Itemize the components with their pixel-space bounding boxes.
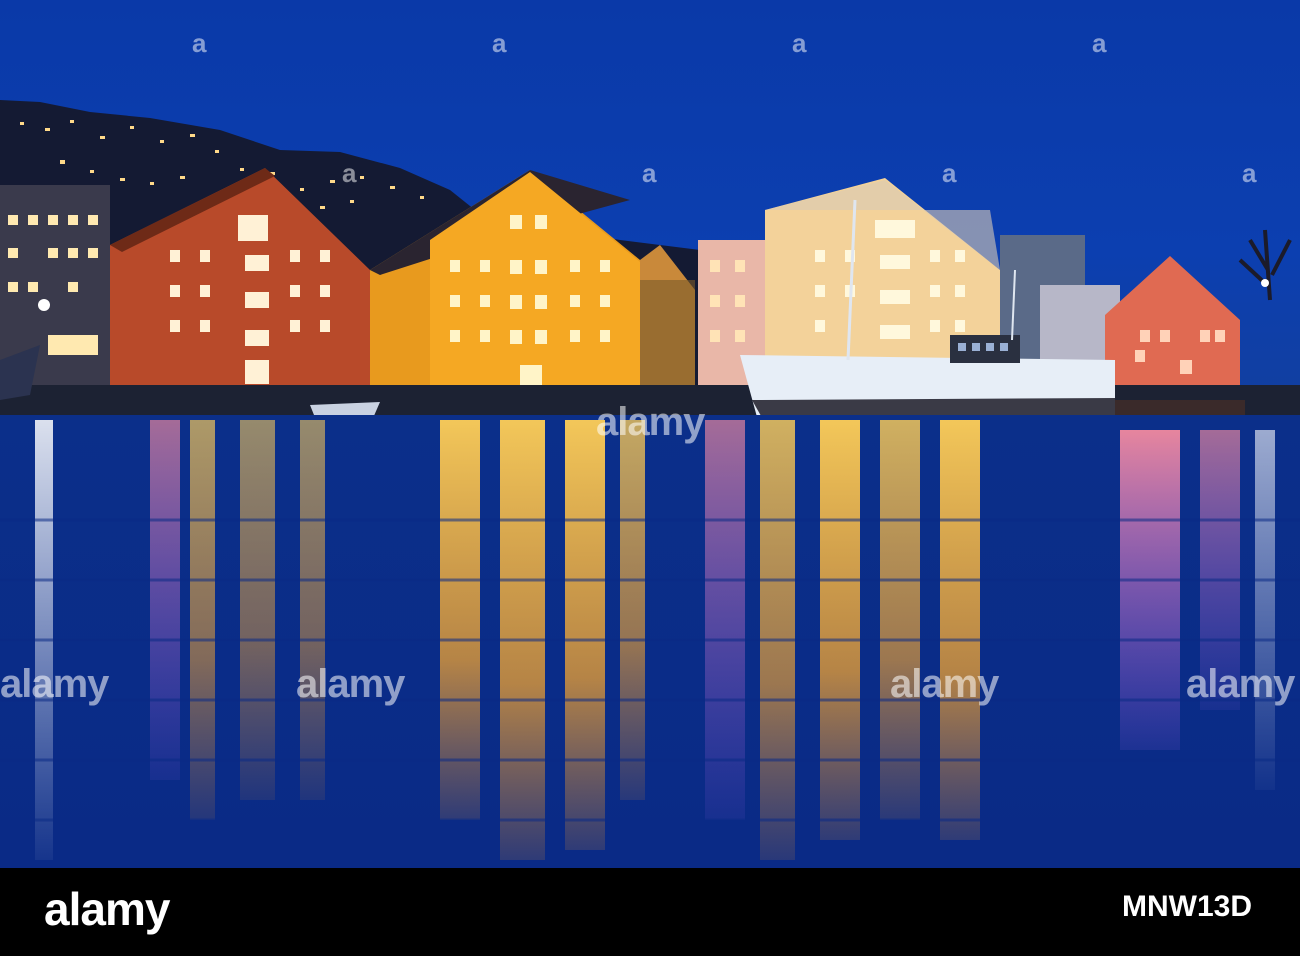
harbor-photo xyxy=(0,0,1300,868)
footer-bar: alamy MNW13D xyxy=(0,868,1300,956)
footer-logo: alamy xyxy=(44,883,170,935)
image-id: MNW13D xyxy=(1121,890,1252,923)
street-light xyxy=(38,299,50,311)
